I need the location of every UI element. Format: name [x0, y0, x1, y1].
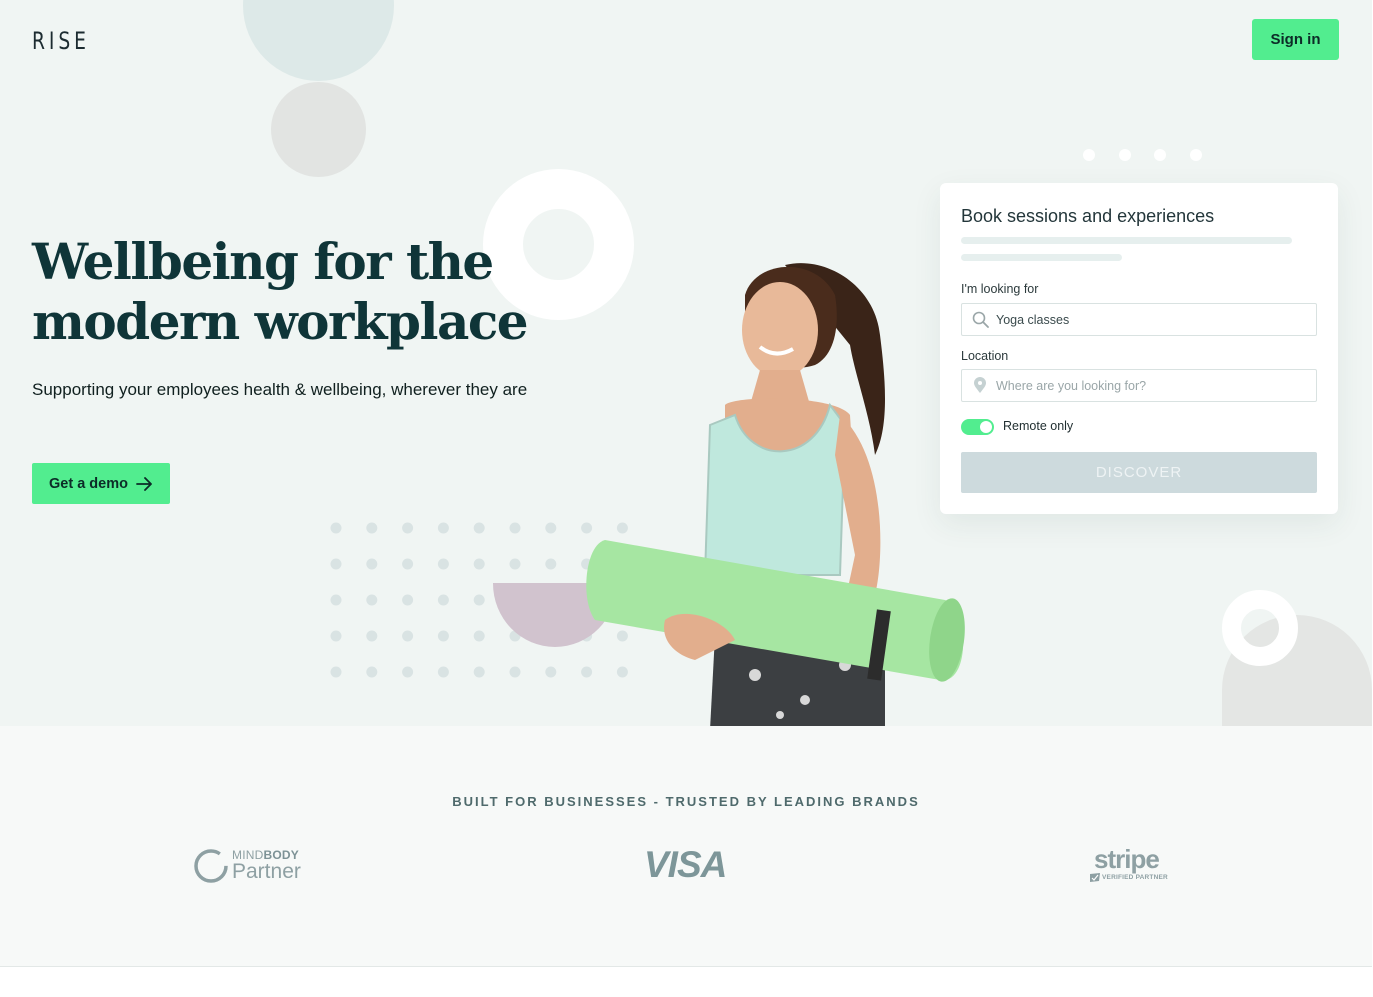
- landing-page: RISE Sign in Wellbeing for the modern wo…: [0, 0, 1373, 997]
- skeleton-line: [961, 237, 1292, 244]
- booking-card-title: Book sessions and experiences: [961, 206, 1215, 226]
- decorative-dot: [437, 522, 449, 534]
- demo-label: Get a demo: [49, 475, 128, 492]
- mindbody-ring-icon: [194, 849, 228, 883]
- decorative-dot: [366, 522, 378, 534]
- decorative-dots-row: [1083, 149, 1202, 161]
- decorative-dot: [330, 630, 342, 642]
- verified-check-icon: [1090, 873, 1100, 882]
- decorative-dot: [402, 558, 414, 570]
- decorative-dot: [330, 594, 342, 606]
- decorative-circle: [243, 0, 394, 81]
- decorative-dot: [366, 558, 378, 570]
- location-field[interactable]: [961, 369, 1317, 402]
- decorative-dot: [330, 666, 342, 678]
- rise-logo[interactable]: RISE: [32, 27, 90, 55]
- mindbody-partner-logo: MINDBODY Partner: [193, 846, 303, 886]
- arrow-right-icon: [136, 476, 152, 491]
- decorative-dot: [545, 522, 557, 534]
- decorative-dot: [473, 666, 485, 678]
- hero-headline: Wellbeing for the modern workplace: [32, 232, 529, 352]
- looking-for-label: I'm looking for: [961, 282, 1039, 296]
- decorative-dot: [437, 558, 449, 570]
- remote-only-toggle[interactable]: [961, 419, 994, 435]
- decorative-small-ring: [1222, 590, 1298, 666]
- discover-button[interactable]: DISCOVER: [961, 452, 1317, 493]
- decorative-dot: [473, 594, 485, 606]
- skeleton-line: [961, 254, 1122, 261]
- decorative-dot: [366, 666, 378, 678]
- looking-for-input[interactable]: [996, 312, 1296, 327]
- location-pin-icon: [971, 377, 989, 395]
- decorative-dot: [402, 522, 414, 534]
- booking-card: Book sessions and experiences I'm lookin…: [940, 183, 1338, 514]
- decorative-dot: [330, 522, 342, 534]
- decorative-dot: [473, 522, 485, 534]
- stripe-verified-partner-logo: stripe VERIFIED PARTNER: [1088, 844, 1168, 884]
- decorative-dot: [330, 558, 342, 570]
- location-label: Location: [961, 349, 1009, 363]
- headline-line-2: modern workplace: [32, 292, 529, 351]
- decorative-dot: [545, 558, 557, 570]
- decorative-dot: [402, 594, 414, 606]
- decorative-dot: [473, 558, 485, 570]
- sign-in-button[interactable]: Sign in: [1252, 19, 1339, 60]
- decorative-dot: [366, 594, 378, 606]
- decorative-half-circle: [271, 82, 366, 177]
- search-icon: [971, 311, 989, 329]
- remote-only-label: Remote only: [1003, 419, 1074, 433]
- decorative-dot: [473, 630, 485, 642]
- stripe-wordmark: stripe: [1094, 844, 1160, 874]
- location-input[interactable]: [996, 378, 1296, 393]
- decorative-dot: [366, 630, 378, 642]
- decorative-dot: [545, 666, 557, 678]
- brands-title: BUILT FOR BUSINESSES - TRUSTED BY LEADIN…: [452, 794, 920, 809]
- headline-line-1: Wellbeing for the: [32, 232, 494, 291]
- stripe-verified-text: VERIFIED PARTNER: [1102, 874, 1168, 881]
- hero-subheading: Supporting your employees health & wellb…: [32, 380, 528, 399]
- decorative-dot: [402, 630, 414, 642]
- looking-for-field[interactable]: [961, 303, 1317, 336]
- mindbody-partner-text: Partner: [232, 860, 301, 883]
- hero-section: RISE Sign in Wellbeing for the modern wo…: [0, 0, 1372, 726]
- decorative-dot: [437, 594, 449, 606]
- visa-logo: VISA: [644, 844, 727, 885]
- decorative-dot: [509, 666, 521, 678]
- decorative-dot: [509, 522, 521, 534]
- decorative-dot: [437, 630, 449, 642]
- toggle-knob: [980, 421, 992, 433]
- decorative-dot: [402, 666, 414, 678]
- get-a-demo-button[interactable]: Get a demo: [32, 463, 170, 504]
- decorative-dot: [437, 666, 449, 678]
- woman-with-yoga-mat-image: [586, 263, 965, 726]
- decorative-dot: [509, 558, 521, 570]
- brands-section: BUILT FOR BUSINESSES - TRUSTED BY LEADIN…: [0, 726, 1372, 967]
